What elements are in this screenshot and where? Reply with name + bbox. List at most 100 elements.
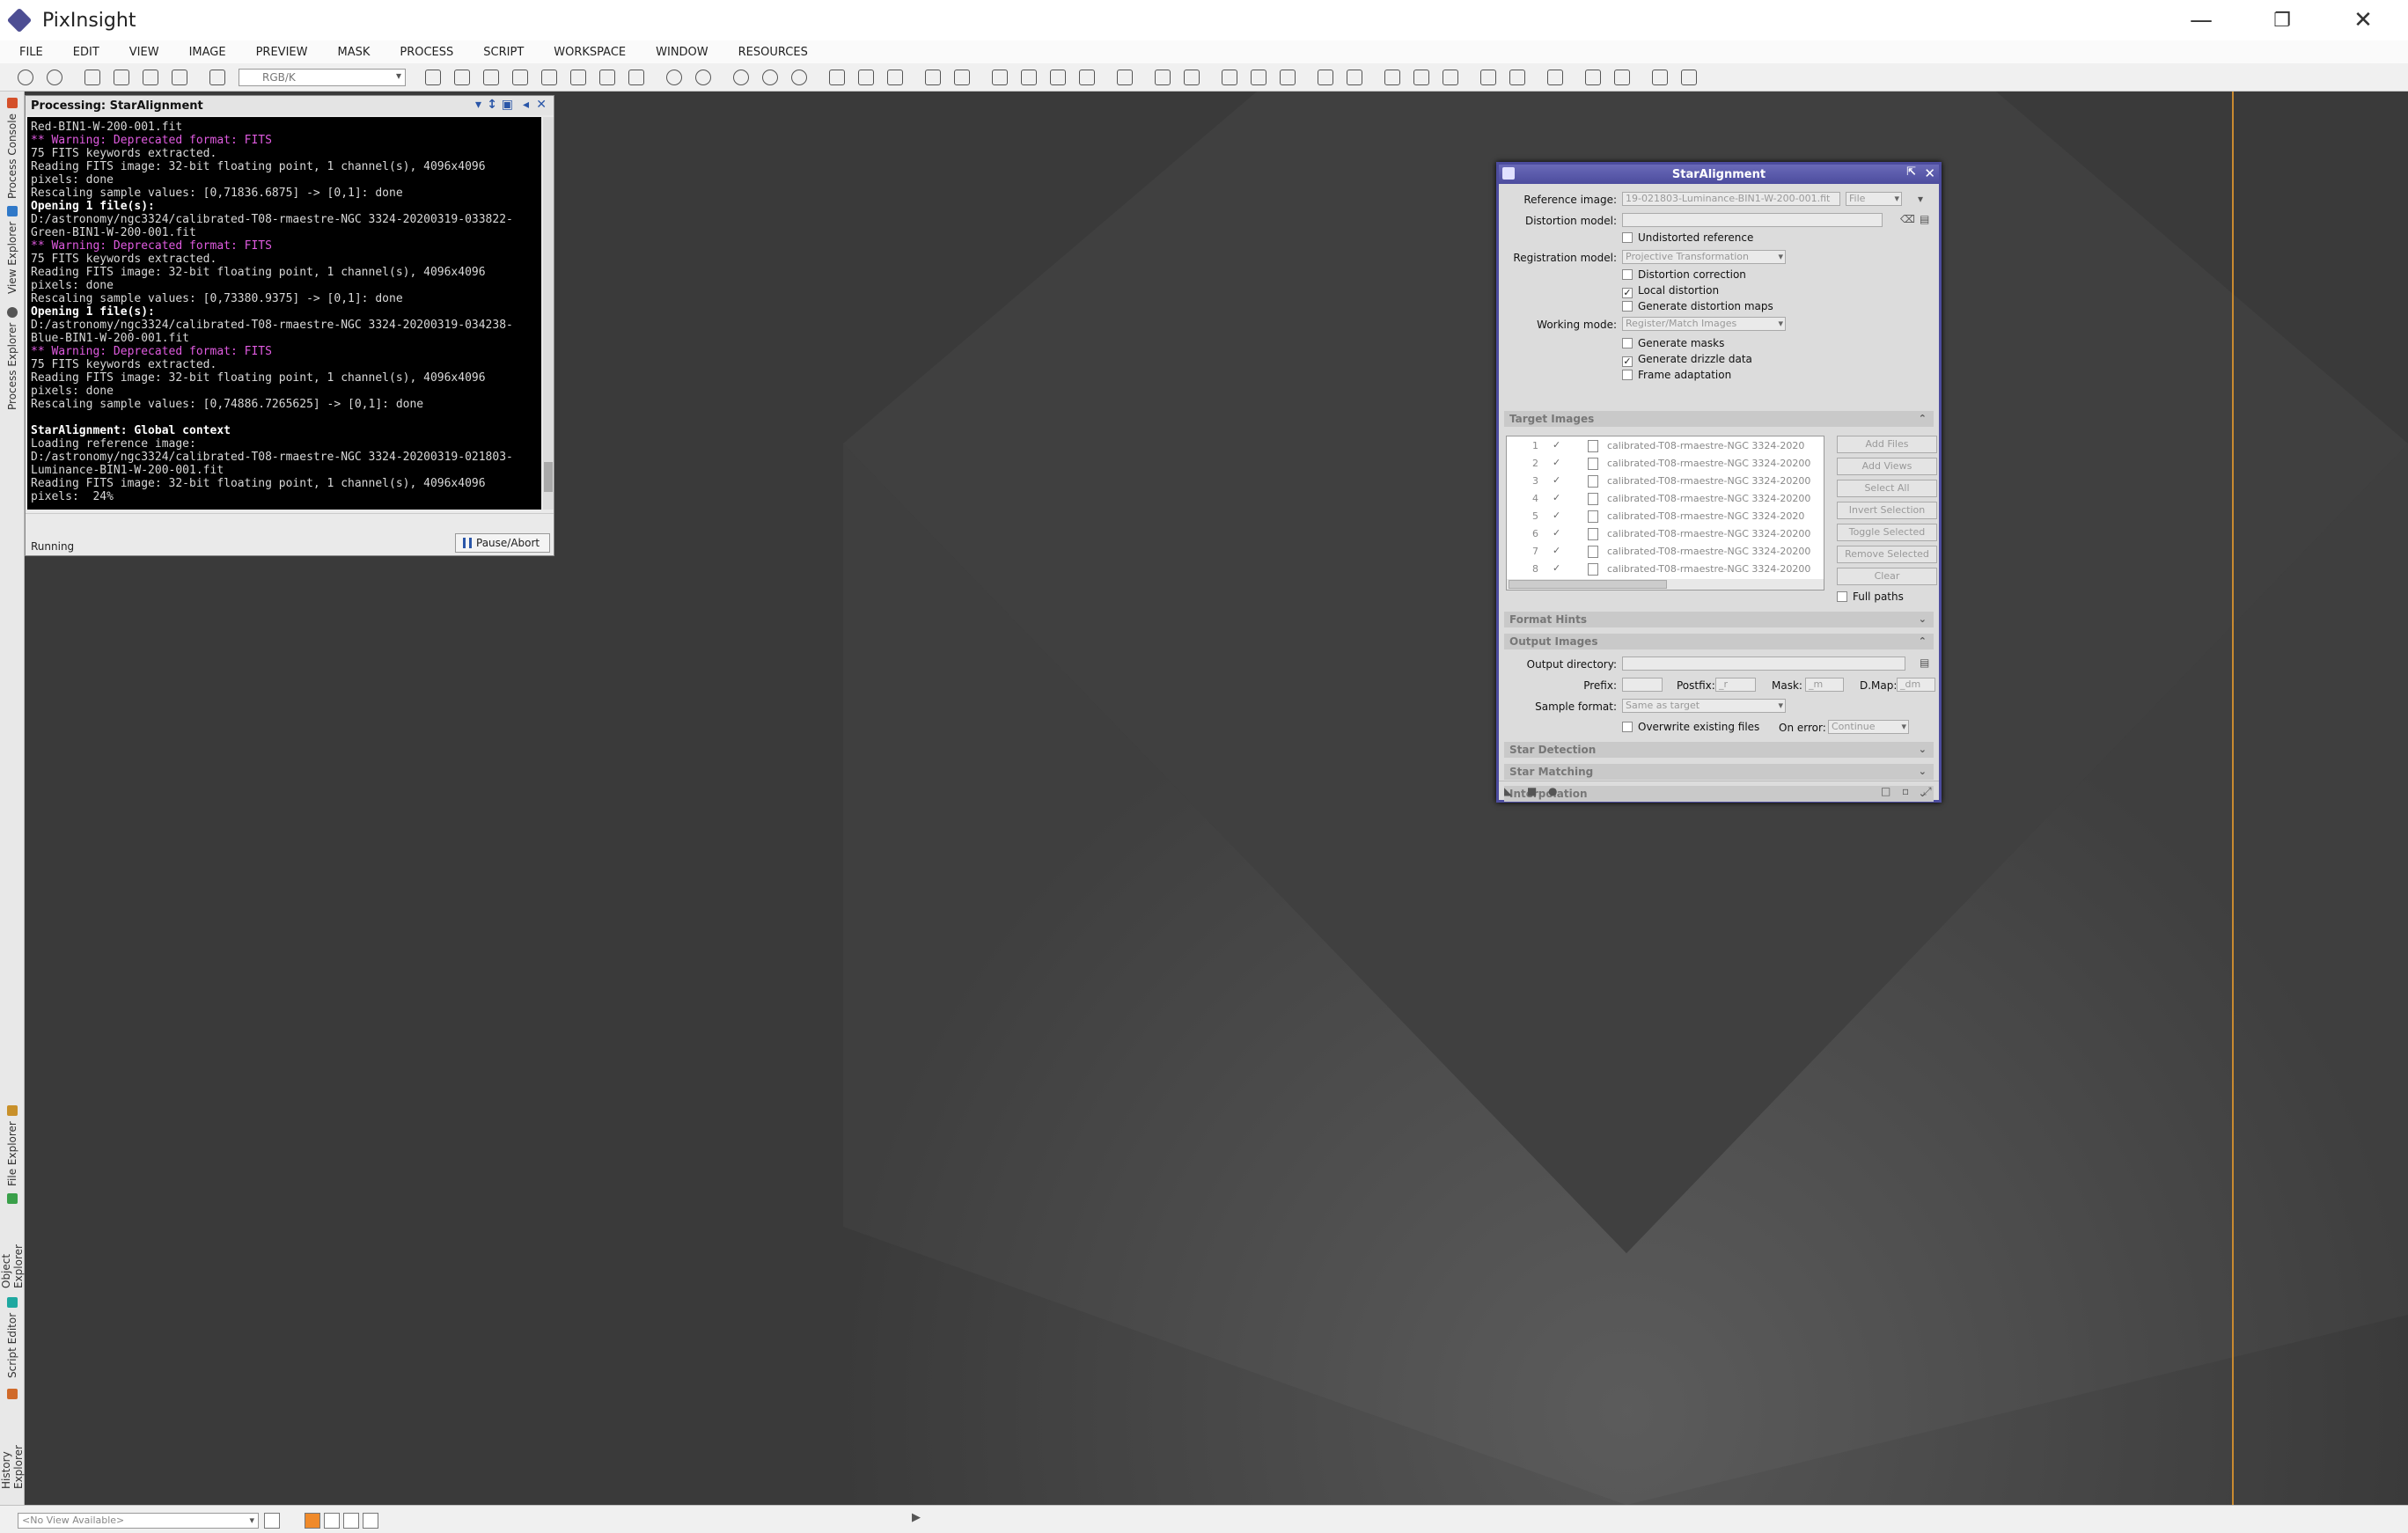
channel-combo[interactable]: RGB/K	[239, 68, 406, 86]
add-files-button[interactable]: Add Files	[1837, 436, 1937, 453]
check-icon[interactable]: ✓	[1553, 510, 1560, 521]
tab-object-explorer[interactable]: Object Explorer	[0, 1193, 25, 1288]
histogram-icon[interactable]	[1117, 69, 1133, 85]
dock-icon[interactable]: ◂	[523, 98, 529, 112]
format-hints-section[interactable]: Format Hints ⌄	[1504, 612, 1934, 627]
menu-preview[interactable]: PREVIEW	[256, 46, 308, 59]
add-views-button[interactable]: Add Views	[1837, 458, 1937, 475]
check-icon[interactable]: ✓	[1553, 474, 1560, 486]
check-icon[interactable]: ✓	[1553, 492, 1560, 503]
folder-icon[interactable]: ▤	[1920, 656, 1929, 669]
restore-button[interactable]: ❐	[2243, 0, 2322, 40]
crosshair-icon[interactable]	[425, 69, 441, 85]
list-item[interactable]: 2 ✓ calibrated-T08-rmaestre-NGC 3324-20200	[1507, 454, 1824, 473]
fit-view-icon[interactable]	[829, 69, 845, 85]
undo-icon[interactable]	[18, 69, 33, 85]
zoom-in-icon[interactable]	[666, 69, 682, 85]
menu-script[interactable]: SCRIPT	[483, 46, 524, 59]
console-scrollbar[interactable]	[543, 117, 554, 510]
stf-icon[interactable]	[992, 69, 1008, 85]
doc-b-icon[interactable]	[1413, 69, 1429, 85]
chevron-down-icon[interactable]: ▾	[475, 98, 481, 112]
list-item[interactable]: 8 ✓ calibrated-T08-rmaestre-NGC 3324-20200	[1507, 560, 1824, 579]
move-icon[interactable]	[512, 69, 528, 85]
reference-mode-combo[interactable]: File	[1846, 192, 1902, 206]
save-as-icon[interactable]	[172, 69, 187, 85]
doc-a-icon[interactable]	[1384, 69, 1400, 85]
reference-image-field[interactable]: 19-021803-Luminance-BIN1-W-200-001.fit	[1622, 192, 1840, 206]
process-a-icon[interactable]	[1222, 69, 1237, 85]
distortion-model-field[interactable]	[1622, 213, 1883, 227]
menu-image[interactable]: IMAGE	[189, 46, 226, 59]
toggle-selected-button[interactable]: Toggle Selected	[1837, 524, 1937, 541]
menu-view[interactable]: VIEW	[129, 46, 159, 59]
zoom-1-1-icon[interactable]	[733, 69, 749, 85]
scrollbar-thumb[interactable]	[544, 462, 553, 492]
tab-view-explorer[interactable]: View Explorer	[2, 202, 23, 294]
pan-icon[interactable]	[483, 69, 499, 85]
browse-doc-icon[interactable]: □	[1881, 785, 1890, 797]
tab-process-explorer[interactable]: Process Explorer	[2, 299, 23, 410]
mask-show-icon[interactable]	[954, 69, 970, 85]
monitor-icon[interactable]	[1480, 69, 1496, 85]
check-icon[interactable]: ✓	[1553, 562, 1560, 574]
menu-resources[interactable]: RESOURCES	[738, 46, 808, 59]
view-selector[interactable]: <No View Available>	[18, 1513, 259, 1529]
chevron-down-icon[interactable]: ▾	[1918, 193, 1923, 205]
open-icon[interactable]	[114, 69, 129, 85]
screen-icon[interactable]	[1509, 69, 1525, 85]
channel-r-icon[interactable]	[324, 1513, 340, 1529]
postfix-field[interactable]: _r	[1715, 678, 1756, 692]
shade-icon[interactable]: ⇱	[1906, 165, 1916, 179]
target-images-section[interactable]: Target Images ⌃	[1504, 411, 1934, 427]
list-item[interactable]: 1 ✓ calibrated-T08-rmaestre-NGC 3324-2020	[1507, 436, 1824, 456]
stf-link-icon[interactable]	[1050, 69, 1066, 85]
tab-process-console[interactable]: Process Console	[2, 95, 23, 199]
console-output[interactable]: Red-BIN1-W-200-001.fit ** Warning: Deprec…	[27, 117, 541, 510]
minimize-button[interactable]: —	[2162, 0, 2241, 40]
float-icon[interactable]: ▣	[502, 98, 513, 112]
zoom-fit-icon[interactable]	[454, 69, 470, 85]
apply-icon[interactable]: ●	[1548, 785, 1557, 797]
menu-process[interactable]: PROCESS	[400, 46, 453, 59]
panel-b-icon[interactable]	[1347, 69, 1362, 85]
menu-edit[interactable]: EDIT	[73, 46, 99, 59]
color-mode-icon[interactable]	[305, 1513, 320, 1529]
close-icon[interactable]: ✕	[1924, 165, 1935, 181]
channel-b-icon[interactable]	[363, 1513, 378, 1529]
registration-model-combo[interactable]: Projective Transformation	[1622, 250, 1786, 264]
star-alignment-title-bar[interactable]: StarAlignment ⇱ ✕	[1499, 165, 1939, 184]
tab-file-explorer[interactable]: File Explorer	[2, 1100, 23, 1186]
sample-format-combo[interactable]: Same as target	[1622, 699, 1786, 713]
fit-window-icon[interactable]	[858, 69, 874, 85]
list-item[interactable]: 6 ✓ calibrated-T08-rmaestre-NGC 3324-20200	[1507, 524, 1824, 544]
save-icon[interactable]	[143, 69, 158, 85]
apply-global-icon[interactable]: ■	[1527, 785, 1537, 797]
track-view-icon[interactable]: ▫	[1902, 785, 1909, 797]
mask-icon[interactable]	[925, 69, 941, 85]
statistics-icon[interactable]	[1184, 69, 1200, 85]
panel-a-icon[interactable]	[1318, 69, 1333, 85]
check-icon[interactable]: ✓	[1553, 545, 1560, 556]
doc-c-icon[interactable]	[1443, 69, 1458, 85]
invert-selection-button[interactable]: Invert Selection	[1837, 502, 1937, 519]
process-c-icon[interactable]	[1280, 69, 1296, 85]
overwrite-checkbox[interactable]: Overwrite existing files	[1622, 721, 1759, 733]
select-all-button[interactable]: Select All	[1837, 480, 1937, 497]
process-b-icon[interactable]	[1251, 69, 1266, 85]
channel-g-icon[interactable]	[343, 1513, 359, 1529]
folder-icon[interactable]: ▤	[1920, 213, 1929, 225]
menu-workspace[interactable]: WORKSPACE	[554, 46, 626, 59]
list-item[interactable]: 5 ✓ calibrated-T08-rmaestre-NGC 3324-2020	[1507, 507, 1824, 526]
reset-icon[interactable]: ⤢	[1923, 785, 1932, 798]
dmap-field[interactable]: _dm	[1897, 678, 1935, 692]
console-title-bar[interactable]: Processing: StarAlignment ▾ ↕ ▣ ◂ ✕	[26, 96, 554, 115]
color-icon[interactable]	[1155, 69, 1171, 85]
center-icon[interactable]	[541, 69, 557, 85]
new-instance-icon[interactable]: ◣	[1504, 785, 1512, 797]
check-icon[interactable]: ✓	[1553, 527, 1560, 539]
tab-script-editor[interactable]: Script Editor	[2, 1295, 23, 1378]
star-matching-section[interactable]: Star Matching ⌄	[1504, 764, 1934, 780]
menu-window[interactable]: WINDOW	[656, 46, 708, 59]
remove-selected-button[interactable]: Remove Selected	[1837, 546, 1937, 563]
